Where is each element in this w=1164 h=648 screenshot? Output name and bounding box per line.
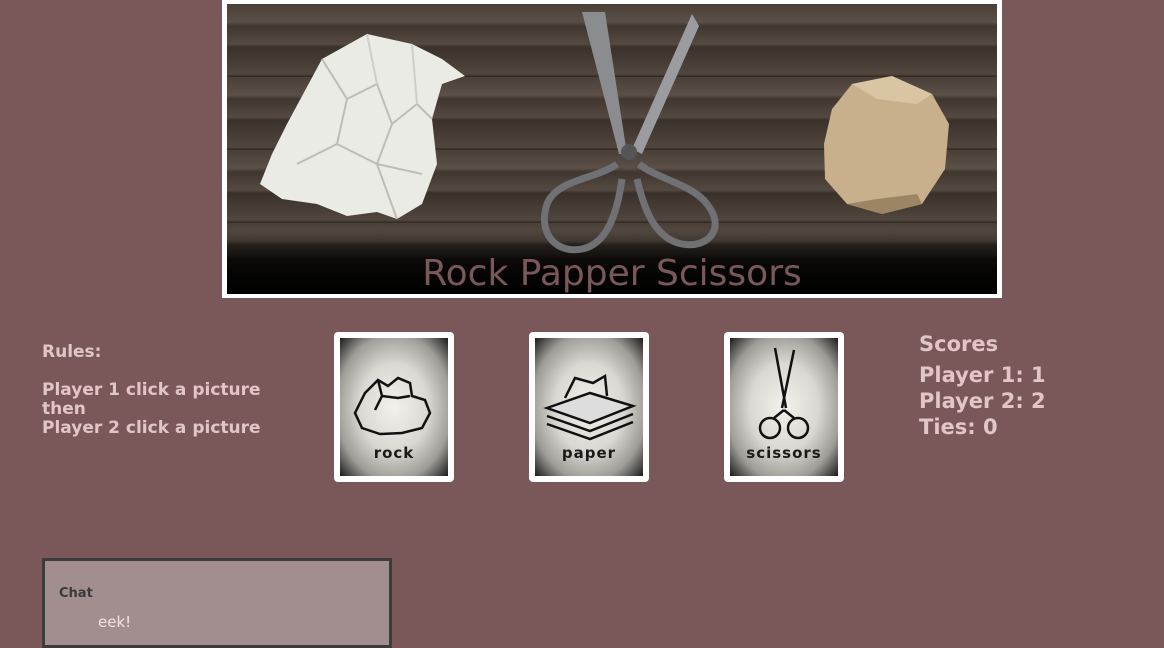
paper-choice-button[interactable]: paper: [529, 332, 649, 482]
rock-label: rock: [373, 444, 415, 462]
paper-icon: [543, 373, 637, 441]
page-title: Rock Papper Scissors: [422, 253, 802, 294]
rules-title: Rules:: [42, 342, 102, 362]
scores-title: Scores: [919, 332, 999, 356]
scissors-choice-button[interactable]: scissors: [724, 332, 844, 482]
rock-choice-button[interactable]: rock: [334, 332, 454, 482]
crumpled-paper-image: [260, 33, 465, 220]
scissors-image: [540, 12, 719, 254]
scissors-icon: [758, 347, 810, 440]
rules-line: Player 1 click a picture: [42, 380, 261, 400]
banner-image: Rock Papper Scissors: [227, 4, 997, 294]
rock-icon: [353, 376, 432, 436]
rules-line: then: [42, 399, 86, 419]
ties-score: Ties: 0: [919, 415, 998, 439]
player2-score: Player 2: 2: [919, 389, 1046, 413]
header-banner: Rock Papper Scissors: [222, 0, 1002, 298]
player1-score: Player 1: 1: [919, 363, 1046, 387]
chat-panel[interactable]: Chat eek!: [42, 558, 392, 648]
rules-line: Player 2 click a picture: [42, 418, 261, 438]
paper-label: paper: [561, 444, 617, 462]
rock-image: [824, 76, 949, 214]
chat-message: eek!: [98, 613, 132, 631]
scores-panel: Scores Player 1: 1 Player 2: 2 Ties: 0: [919, 330, 1046, 440]
chat-title: Chat: [59, 586, 93, 601]
rules-panel: Rules: Player 1 click a picture then Pla…: [42, 343, 282, 438]
scissors-label: scissors: [746, 444, 822, 462]
